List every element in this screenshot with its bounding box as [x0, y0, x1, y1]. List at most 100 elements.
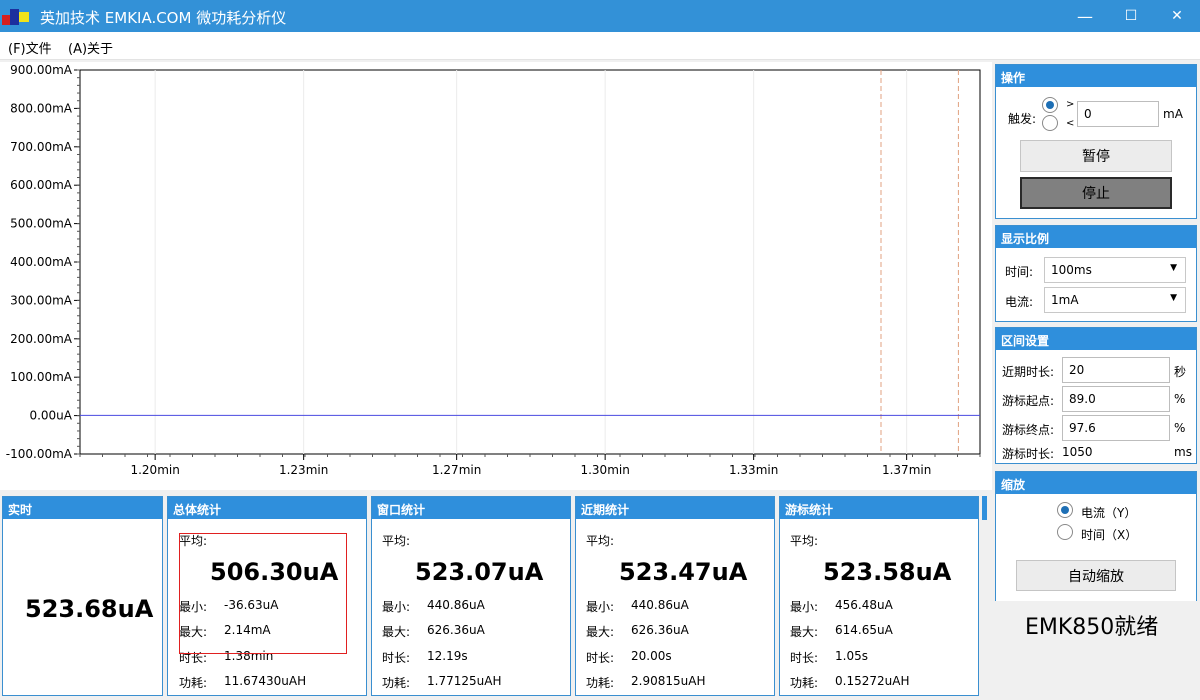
window-energy-value: 1.77125uAH: [427, 674, 502, 688]
recent-stats-title: 近期统计: [576, 497, 774, 519]
realtime-panel: 实时 523.68uA: [2, 496, 163, 696]
recent-stats-panel: 近期统计 平均: 523.47uA 最小: 440.86uA 最大: 626.3…: [575, 496, 775, 696]
current-scale-value: 1mA: [1051, 293, 1079, 307]
trigger-gt-radio[interactable]: [1042, 97, 1058, 113]
window-stats-panel: 窗口统计 平均: 523.07uA 最小: 440.86uA 最大: 626.3…: [371, 496, 571, 696]
window-min-value: 440.86uA: [427, 598, 485, 612]
cursor-start-unit: %: [1174, 392, 1186, 406]
window-stats-title: 窗口统计: [372, 497, 570, 519]
menu-about[interactable]: (A)关于: [68, 38, 113, 57]
recent-duration-label: 时长:: [586, 651, 615, 665]
operation-title: 操作: [996, 65, 1196, 87]
scale-title: 显示比例: [996, 226, 1196, 248]
cursor-duration-value: 1050: [1062, 445, 1093, 459]
current-scale-select[interactable]: 1mA ▼: [1044, 287, 1186, 313]
recent-duration-label: 近期时长:: [1002, 365, 1055, 379]
stop-button[interactable]: 停止: [1020, 177, 1172, 209]
current-scale-label: 电流:: [1005, 295, 1034, 309]
recent-energy-label: 功耗:: [586, 676, 615, 690]
minimize-button[interactable]: —: [1062, 0, 1108, 32]
window-max-value: 626.36uA: [427, 623, 485, 637]
app-logo-icon: [2, 7, 30, 25]
cursor-energy-label: 功耗:: [790, 676, 819, 690]
realtime-title: 实时: [3, 497, 162, 519]
total-energy-value: 11.67430uAH: [224, 674, 307, 688]
y-tick-label: 100.00mA: [10, 370, 73, 384]
time-scale-select[interactable]: 100ms ▼: [1044, 257, 1186, 283]
auto-zoom-button[interactable]: 自动缩放: [1016, 560, 1176, 591]
y-tick-label: -100.00mA: [6, 447, 73, 461]
y-tick-label: 200.00mA: [10, 332, 73, 346]
cursor-duration-unit: ms: [1174, 445, 1192, 459]
menu-bar: (F)文件 (A)关于: [0, 32, 1200, 60]
zoom-current-radio[interactable]: [1057, 502, 1073, 518]
cursor-avg-label: 平均:: [790, 534, 819, 548]
interval-panel: 区间设置 近期时长: 20 秒 游标起点: 89.0 % 游标终点: 97.6 …: [995, 327, 1197, 464]
highlight-box: [179, 533, 347, 654]
zoom-time-radio[interactable]: [1057, 524, 1073, 540]
cursor-stats-panel: 游标统计 平均: 523.58uA 最小: 456.48uA 最大: 614.6…: [779, 496, 979, 696]
y-tick-label: 800.00mA: [10, 101, 73, 115]
recent-energy-value: 2.90815uAH: [631, 674, 706, 688]
y-tick-label: 300.00mA: [10, 293, 73, 307]
cursor-start-input[interactable]: 89.0: [1062, 386, 1170, 412]
cursor-start-label: 游标起点:: [1002, 394, 1055, 408]
trigger-lt-label: <: [1066, 118, 1075, 129]
window-duration-label: 时长:: [382, 651, 411, 665]
cursor-duration-label: 游标时长:: [1002, 447, 1055, 461]
y-tick-label: 0.00uA: [29, 409, 72, 423]
interval-title: 区间设置: [996, 328, 1196, 350]
cursor-max-label: 最大:: [790, 625, 819, 639]
scrollbar-stub: [982, 496, 987, 520]
cursor-max-value: 614.65uA: [835, 623, 893, 637]
cursor-min-value: 456.48uA: [835, 598, 893, 612]
total-stats-title: 总体统计: [168, 497, 366, 519]
x-tick-label: 1.23min: [279, 463, 328, 477]
trigger-unit: mA: [1163, 107, 1183, 121]
recent-max-value: 626.36uA: [631, 623, 689, 637]
pause-button[interactable]: 暂停: [1020, 140, 1172, 172]
cursor-min-label: 最小:: [790, 600, 819, 614]
trigger-value-input[interactable]: 0: [1077, 101, 1159, 127]
device-status: EMK850就绪: [1025, 615, 1159, 640]
current-chart[interactable]: 900.00mA 800.00mA 700.00mA 600.00mA 500.00mA…: [0, 62, 992, 490]
x-tick-label: 1.20min: [130, 463, 179, 477]
cursor-duration-label: 时长:: [790, 651, 819, 665]
menu-file[interactable]: (F)文件: [8, 38, 52, 57]
cursor-stats-title: 游标统计: [780, 497, 978, 519]
x-tick-label: 1.37min: [882, 463, 931, 477]
recent-duration-value: 20.00s: [631, 649, 672, 663]
zoom-title: 缩放: [996, 472, 1196, 494]
chart-svg[interactable]: 900.00mA 800.00mA 700.00mA 600.00mA 500.00mA…: [0, 62, 992, 490]
cursor-end-unit: %: [1174, 421, 1186, 435]
window-min-label: 最小:: [382, 600, 411, 614]
window-title: 英加技术 EMKIA.COM 微功耗分析仪: [40, 9, 287, 27]
cursor-end-input[interactable]: 97.6: [1062, 415, 1170, 441]
time-scale-label: 时间:: [1005, 265, 1034, 279]
recent-duration-unit: 秒: [1174, 365, 1187, 379]
trigger-gt-label: >: [1066, 99, 1075, 110]
window-avg-value: 523.07uA: [415, 558, 544, 586]
recent-avg-value: 523.47uA: [619, 558, 748, 586]
trigger-lt-radio[interactable]: [1042, 115, 1058, 131]
window-avg-label: 平均:: [382, 534, 411, 548]
cursor-duration-value: 1.05s: [835, 649, 868, 663]
cursor-energy-value: 0.15272uAH: [835, 674, 910, 688]
plot-frame: [79, 69, 981, 455]
y-tick-label: 900.00mA: [10, 63, 73, 77]
chevron-down-icon: ▼: [1170, 293, 1177, 303]
title-bar: 英加技术 EMKIA.COM 微功耗分析仪 — ☐ ✕: [0, 0, 1200, 32]
maximize-button[interactable]: ☐: [1108, 0, 1154, 32]
recent-min-value: 440.86uA: [631, 598, 689, 612]
chevron-down-icon: ▼: [1170, 263, 1177, 273]
x-tick-label: 1.27min: [432, 463, 481, 477]
zoom-panel: 缩放 电流（Y） 时间（X） 自动缩放: [995, 471, 1197, 601]
zoom-time-label: 时间（X）: [1081, 528, 1138, 542]
operation-panel: 操作 触发: > < 0 mA 暂停 停止: [995, 64, 1197, 219]
y-tick-label: 400.00mA: [10, 255, 73, 269]
scale-panel: 显示比例 时间: 100ms ▼ 电流: 1mA ▼: [995, 225, 1197, 322]
recent-duration-input[interactable]: 20: [1062, 357, 1170, 383]
window-energy-label: 功耗:: [382, 676, 411, 690]
realtime-value: 523.68uA: [25, 595, 154, 623]
close-button[interactable]: ✕: [1154, 0, 1200, 32]
